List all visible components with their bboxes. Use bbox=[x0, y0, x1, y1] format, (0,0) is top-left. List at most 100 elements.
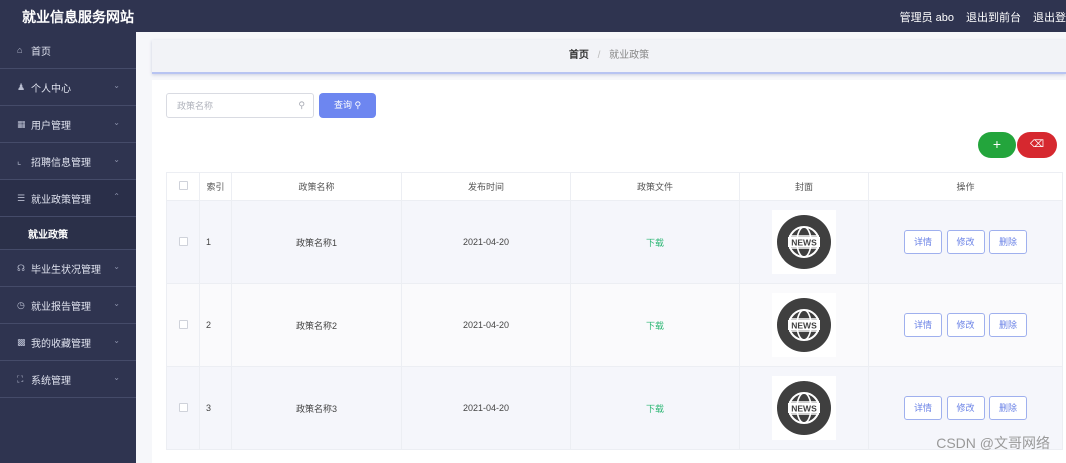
header-actions: 操作 bbox=[868, 172, 1063, 201]
row-file-cell: 下载 bbox=[570, 200, 740, 284]
delete-button[interactable]: 删除 bbox=[989, 230, 1028, 254]
sidebar-subitem-policy[interactable]: 就业政策 bbox=[0, 217, 136, 250]
query-button-label: 查询 bbox=[333, 100, 352, 110]
sidebar-item-label: 招聘信息管理 bbox=[31, 157, 91, 169]
top-bar: 就业信息服务网站 管理员 abo 退出到前台 退出登 bbox=[0, 0, 1066, 32]
row-checkbox-cell[interactable] bbox=[166, 366, 200, 450]
header-cover: 封面 bbox=[739, 172, 869, 201]
query-button[interactable]: 查询 ⚲ bbox=[319, 93, 376, 118]
sidebar-item-recruitment[interactable]: ⌞ 招聘信息管理 ⌄ bbox=[0, 143, 136, 180]
edit-button[interactable]: 修改 bbox=[946, 230, 985, 254]
edit-button[interactable]: 修改 bbox=[946, 396, 985, 420]
row-checkbox-cell[interactable] bbox=[166, 283, 200, 367]
mic-icon: ☊ bbox=[17, 262, 25, 273]
back-to-front-link[interactable]: 退出到前台 bbox=[966, 9, 1021, 25]
cover-text: NEWS bbox=[791, 238, 817, 248]
breadcrumb-home[interactable]: 首页 bbox=[569, 50, 589, 61]
table-row: 1 政策名称1 2021-04-20 下载 NEWS 详情 修改 删除 bbox=[166, 200, 1063, 284]
sidebar-item-label: 首页 bbox=[31, 46, 51, 58]
row-index: 3 bbox=[199, 366, 232, 450]
search-icon: ⚲ bbox=[354, 100, 362, 110]
row-publish-date: 2021-04-20 bbox=[401, 283, 571, 367]
row-policy-name: 政策名称3 bbox=[231, 366, 402, 450]
row-checkbox[interactable] bbox=[178, 402, 188, 412]
detail-button[interactable]: 详情 bbox=[903, 313, 942, 337]
current-user: 管理员 abo bbox=[899, 12, 954, 24]
table-row: 2 政策名称2 2021-04-20 下载 NEWS 详情 修改 删除 bbox=[166, 283, 1063, 367]
sidebar-item-home[interactable]: ⌂ 首页 bbox=[0, 32, 136, 69]
sidebar-item-graduate-status[interactable]: ☊ 毕业生状况管理 ⌄ bbox=[0, 250, 136, 287]
crop-icon: ⌞ bbox=[17, 155, 22, 166]
sidebar-item-label: 我的收藏管理 bbox=[31, 338, 91, 350]
chevron-down-icon: ⌄ bbox=[113, 118, 120, 127]
header-policy-name: 政策名称 bbox=[231, 172, 402, 201]
breadcrumb-separator: / bbox=[597, 50, 601, 61]
download-link[interactable]: 下载 bbox=[646, 238, 664, 248]
trash-icon: ▩ bbox=[17, 336, 26, 347]
row-actions: 详情 修改 删除 bbox=[868, 200, 1063, 284]
header-publish-date: 发布时间 bbox=[401, 172, 571, 201]
cover-text: NEWS bbox=[791, 404, 817, 414]
header-index: 索引 bbox=[199, 172, 232, 201]
delete-button[interactable]: 删除 bbox=[989, 313, 1028, 337]
watermark: CSDN @文哥网络 bbox=[936, 435, 1050, 451]
row-file-cell: 下载 bbox=[570, 283, 740, 367]
detail-button[interactable]: 详情 bbox=[903, 396, 942, 420]
clock-icon: ◷ bbox=[17, 299, 25, 310]
news-globe-icon: NEWS bbox=[777, 215, 831, 269]
sidebar-item-user-management[interactable]: ▦ 用户管理 ⌄ bbox=[0, 106, 136, 143]
news-globe-icon: NEWS bbox=[777, 381, 831, 435]
policy-name-input[interactable] bbox=[167, 94, 287, 117]
edit-button[interactable]: 修改 bbox=[946, 313, 985, 337]
download-link[interactable]: 下载 bbox=[646, 321, 664, 331]
sidebar-item-report-management[interactable]: ◷ 就业报告管理 ⌄ bbox=[0, 287, 136, 324]
expand-icon: ⛶ bbox=[17, 373, 24, 384]
table-header-row: 索引 政策名称 发布时间 政策文件 封面 操作 bbox=[166, 172, 1063, 201]
cover-image: NEWS bbox=[772, 376, 836, 440]
checkbox[interactable] bbox=[178, 181, 188, 190]
row-checkbox[interactable] bbox=[178, 319, 188, 329]
sidebar-item-label: 用户管理 bbox=[31, 120, 71, 132]
policy-name-search-field[interactable]: ⚲ bbox=[166, 93, 314, 118]
sidebar-item-label: 毕业生状况管理 bbox=[31, 264, 101, 276]
row-actions: 详情 修改 删除 bbox=[868, 283, 1063, 367]
select-all-checkbox[interactable] bbox=[166, 172, 200, 201]
row-index: 1 bbox=[199, 200, 232, 284]
detail-button[interactable]: 详情 bbox=[903, 230, 942, 254]
sidebar-item-personal-center[interactable]: ♟ 个人中心 ⌄ bbox=[0, 69, 136, 106]
sidebar-item-label: 就业报告管理 bbox=[31, 301, 91, 313]
row-policy-name: 政策名称1 bbox=[231, 200, 402, 284]
chevron-down-icon: ⌄ bbox=[113, 262, 120, 271]
cover-text: NEWS bbox=[791, 321, 817, 331]
content-panel: ⚲ 查询 ⚲ + ⌫ 索引 政策名称 发布时间 政策文件 封面 操作 bbox=[152, 80, 1066, 463]
chevron-up-icon: ⌃ bbox=[113, 192, 120, 201]
sidebar-item-policy-management[interactable]: ☰ 就业政策管理 ⌃ bbox=[0, 180, 136, 217]
sidebar-item-system[interactable]: ⛶ 系统管理 ⌄ bbox=[0, 361, 136, 398]
logout-link[interactable]: 退出登 bbox=[1033, 9, 1066, 25]
download-link[interactable]: 下载 bbox=[646, 404, 664, 414]
grid-icon: ▦ bbox=[17, 118, 26, 129]
row-policy-name: 政策名称2 bbox=[231, 283, 402, 367]
sidebar-item-label: 个人中心 bbox=[31, 83, 71, 95]
breadcrumb: 首页 / 就业政策 bbox=[152, 40, 1066, 74]
row-publish-date: 2021-04-20 bbox=[401, 366, 571, 450]
row-checkbox[interactable] bbox=[178, 236, 188, 246]
sidebar-item-favorites[interactable]: ▩ 我的收藏管理 ⌄ bbox=[0, 324, 136, 361]
row-index: 2 bbox=[199, 283, 232, 367]
trash-icon: ⌫ bbox=[1029, 139, 1045, 150]
row-checkbox-cell[interactable] bbox=[166, 200, 200, 284]
row-cover-cell: NEWS bbox=[739, 200, 869, 284]
row-cover-cell: NEWS bbox=[739, 283, 869, 367]
batch-delete-button[interactable]: ⌫ bbox=[1017, 132, 1057, 158]
search-icon: ⚲ bbox=[298, 100, 305, 110]
delete-button[interactable]: 删除 bbox=[989, 396, 1028, 420]
home-icon: ⌂ bbox=[17, 45, 23, 55]
chevron-down-icon: ⌄ bbox=[113, 373, 120, 382]
sidebar: ⌂ 首页 ♟ 个人中心 ⌄ ▦ 用户管理 ⌄ ⌞ 招聘信息管理 ⌄ ☰ 就业政策… bbox=[0, 32, 136, 463]
chevron-down-icon: ⌄ bbox=[113, 299, 120, 308]
chevron-down-icon: ⌄ bbox=[113, 81, 120, 90]
add-button[interactable]: + bbox=[978, 132, 1016, 158]
plus-icon: + bbox=[992, 136, 1002, 152]
site-title: 就业信息服务网站 bbox=[22, 9, 134, 25]
chevron-down-icon: ⌄ bbox=[113, 336, 120, 345]
